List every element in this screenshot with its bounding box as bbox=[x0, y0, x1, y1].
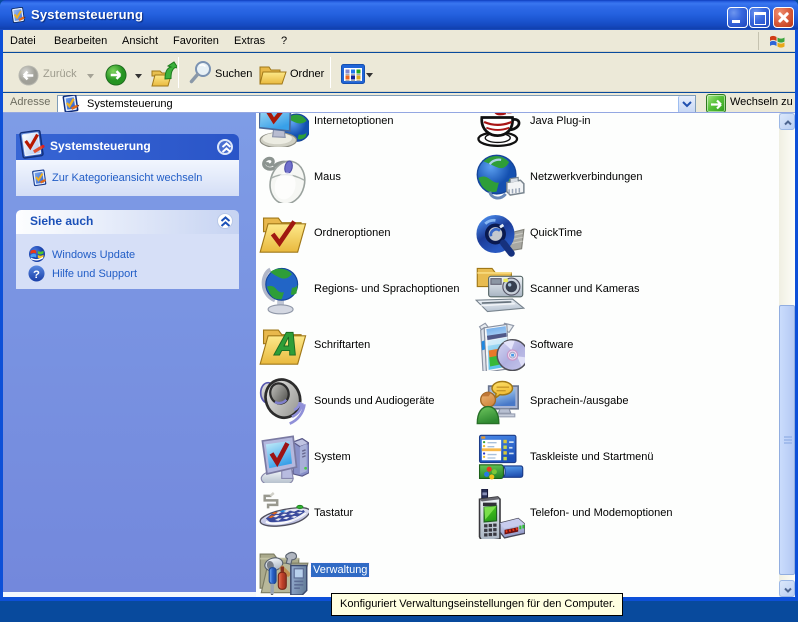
svg-text:?: ? bbox=[33, 269, 40, 281]
